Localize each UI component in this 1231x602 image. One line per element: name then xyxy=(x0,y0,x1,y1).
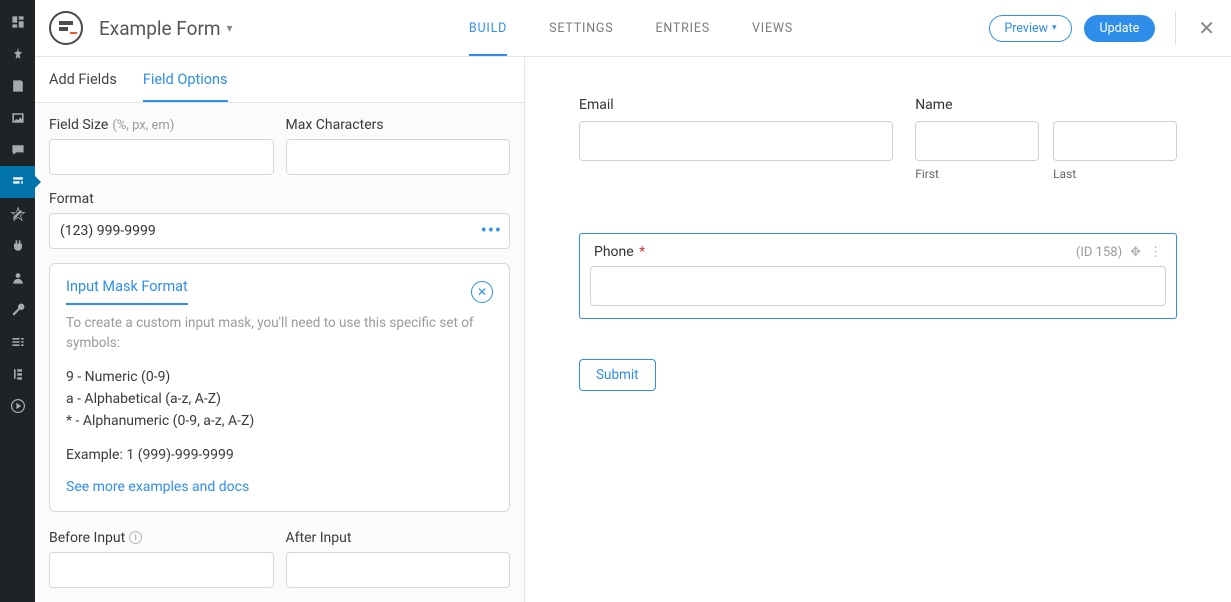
update-button[interactable]: Update xyxy=(1084,15,1156,42)
preview-label: Preview xyxy=(1004,21,1048,36)
plugins-icon[interactable] xyxy=(0,230,35,262)
first-sublabel: First xyxy=(915,167,1039,181)
media-icon[interactable] xyxy=(0,102,35,134)
brand-icon xyxy=(49,11,83,45)
kebab-menu-icon[interactable]: ⋮ xyxy=(1149,245,1162,260)
submit-button[interactable]: Submit xyxy=(579,359,656,391)
formidable-icon[interactable] xyxy=(0,166,35,198)
after-input-label: After Input xyxy=(286,530,511,546)
panel-tabs: Add Fields Field Options xyxy=(35,57,524,103)
form-title-text: Example Form xyxy=(99,17,221,40)
format-input[interactable] xyxy=(49,213,510,249)
name-field-block[interactable]: Name First Last xyxy=(915,97,1177,181)
first-name-input[interactable] xyxy=(915,121,1039,161)
before-input-label: Before Input i xyxy=(49,530,274,546)
email-input[interactable] xyxy=(579,121,893,161)
popover-close-icon[interactable]: ✕ xyxy=(471,281,493,303)
topbar-tabs: BUILD SETTINGS ENTRIES VIEWS xyxy=(429,1,793,56)
phone-input[interactable] xyxy=(590,266,1166,306)
before-input-field[interactable] xyxy=(49,552,274,588)
max-chars-label: Max Characters xyxy=(286,117,511,133)
popover-example: Example: 1 (999)-999-9999 xyxy=(66,447,493,463)
caret-down-icon: ▾ xyxy=(1052,23,1057,33)
appearance-icon[interactable] xyxy=(0,198,35,230)
comments-icon[interactable] xyxy=(0,134,35,166)
tab-build[interactable]: BUILD xyxy=(469,1,507,56)
rule-line: a - Alphabetical (a-z, A-Z) xyxy=(66,388,493,410)
users-icon[interactable] xyxy=(0,262,35,294)
name-label: Name xyxy=(915,97,1177,113)
posts-icon[interactable] xyxy=(0,70,35,102)
settings-icon[interactable] xyxy=(0,326,35,358)
tab-views[interactable]: VIEWS xyxy=(752,1,793,56)
topbar: Example Form ▾ BUILD SETTINGS ENTRIES VI… xyxy=(35,0,1231,57)
tools-icon[interactable] xyxy=(0,294,35,326)
play-icon[interactable] xyxy=(0,390,35,422)
tab-field-options[interactable]: Field Options xyxy=(143,57,228,102)
email-label: Email xyxy=(579,97,893,113)
caret-down-icon: ▾ xyxy=(227,21,233,35)
field-settings-panel: Add Fields Field Options Field Size (%, … xyxy=(35,57,525,602)
last-sublabel: Last xyxy=(1053,167,1177,181)
rule-line: * - Alphanumeric (0-9, a-z, A-Z) xyxy=(66,410,493,432)
wp-admin-sidebar xyxy=(0,0,35,602)
popover-docs-link[interactable]: See more examples and docs xyxy=(66,479,249,495)
tab-settings[interactable]: SETTINGS xyxy=(549,1,613,56)
field-size-input[interactable] xyxy=(49,139,274,175)
collapse-icon[interactable] xyxy=(0,358,35,390)
email-field-block[interactable]: Email xyxy=(579,97,893,161)
input-mask-popover: Input Mask Format ✕ To create a custom i… xyxy=(49,263,510,512)
field-size-label: Field Size (%, px, em) xyxy=(49,117,274,133)
tab-entries[interactable]: ENTRIES xyxy=(655,1,710,56)
required-asterisk: * xyxy=(639,244,645,260)
phone-label: Phone * xyxy=(594,244,645,260)
max-chars-input[interactable] xyxy=(286,139,511,175)
close-icon[interactable]: ✕ xyxy=(1188,16,1217,40)
ellipsis-icon[interactable]: ••• xyxy=(481,221,502,242)
rule-line: 9 - Numeric (0-9) xyxy=(66,366,493,388)
phone-field-block[interactable]: Phone * (ID 158) ✥ ⋮ xyxy=(579,233,1177,319)
last-name-input[interactable] xyxy=(1053,121,1177,161)
preview-button[interactable]: Preview ▾ xyxy=(989,15,1071,42)
popover-desc: To create a custom input mask, you'll ne… xyxy=(66,313,493,354)
tab-add-fields[interactable]: Add Fields xyxy=(49,57,117,102)
popover-title: Input Mask Format xyxy=(66,278,188,305)
divider xyxy=(1175,11,1176,45)
info-icon[interactable]: i xyxy=(129,531,142,544)
form-title-dropdown[interactable]: Example Form ▾ xyxy=(99,17,233,40)
dashboard-icon[interactable] xyxy=(0,6,35,38)
pin-icon[interactable] xyxy=(0,38,35,70)
after-input-field[interactable] xyxy=(286,552,511,588)
drag-handle-icon[interactable]: ✥ xyxy=(1130,245,1141,260)
form-preview: Email Name First Last xyxy=(525,57,1231,602)
format-label: Format xyxy=(49,191,510,207)
field-id-text: (ID 158) xyxy=(1076,245,1122,260)
popover-rules: 9 - Numeric (0-9) a - Alphabetical (a-z,… xyxy=(66,366,493,433)
